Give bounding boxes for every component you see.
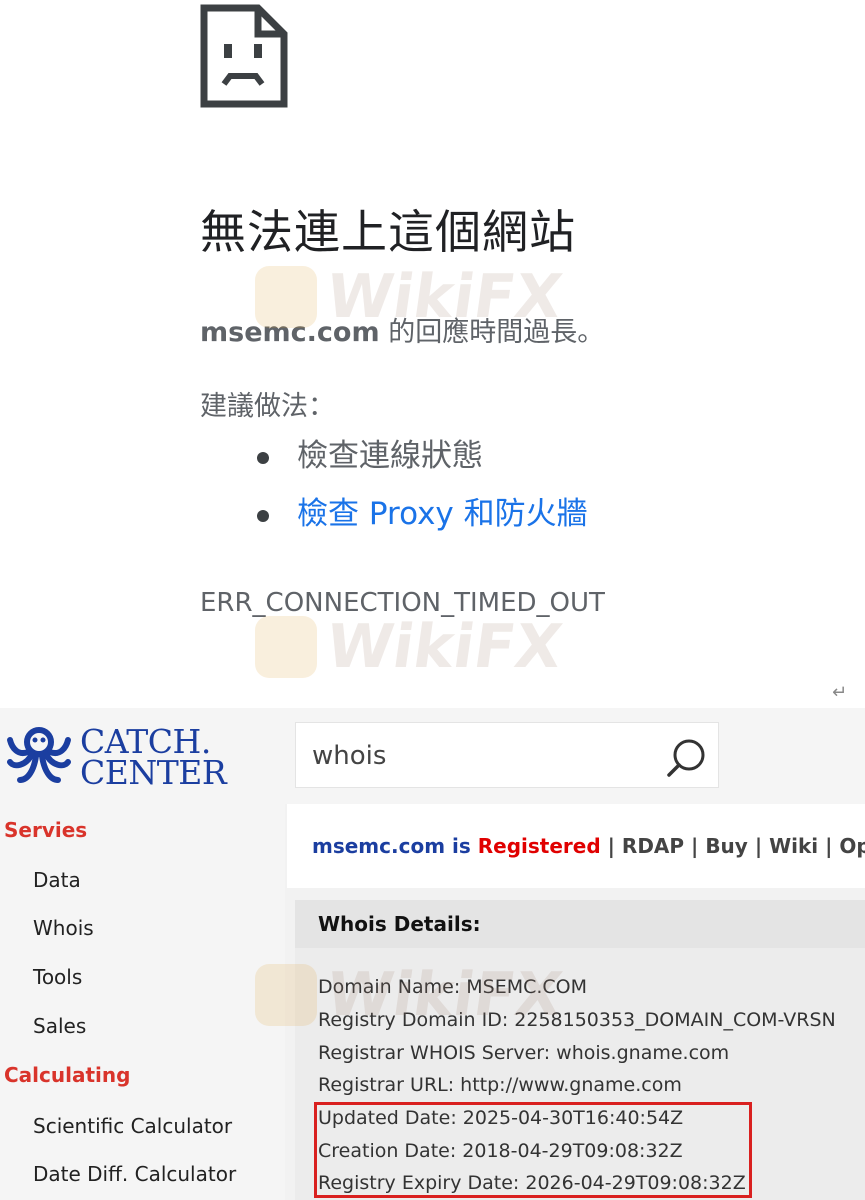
whois-record: Domain Name: MSEMC.COM [318,976,588,998]
sidebar: Servies Data Whois Tools Sales Calculati… [0,804,285,1200]
logo-text: CATCH. CENTER [80,725,227,792]
error-description: msemc.com 的回應時間過長。 [200,310,604,349]
error-page: 無法連上這個網站 msemc.com 的回應時間過長。 建議做法： 檢查連線狀態… [0,0,865,710]
error-title: 無法連上這個網站 [200,205,576,259]
site-header: CATCH. CENTER [0,708,865,804]
main-content: msemc.com is Registered | RDAP | Buy | W… [287,804,865,1200]
error-domain: msemc.com [200,317,380,348]
whois-site: CATCH. CENTER Servies Data Whois Tools S… [0,708,865,1200]
separator: | [691,834,699,858]
search-input[interactable] [310,733,654,779]
whois-details-panel: Whois Details: Domain Name: MSEMC.COM Re… [295,900,865,1200]
whois-record: Registry Domain ID: 2258150353_DOMAIN_CO… [318,1009,836,1031]
sidebar-item-scientific-calculator[interactable]: Scientific Calculator [33,1114,232,1138]
logo-line-2: CENTER [80,753,227,792]
sidebar-item-date-diff-calculator[interactable]: Date Diff. Calculator [33,1162,236,1186]
sad-page-icon [200,4,288,108]
open-link[interactable]: Open [839,834,865,858]
search-icon[interactable] [666,737,708,779]
suggestion-check-connection: 檢查連線狀態 [255,432,588,490]
sidebar-item-tools[interactable]: Tools [33,965,82,989]
return-mark: ↵ [832,682,848,703]
error-description-text: 的回應時間過長。 [379,317,605,348]
whois-details-header: Whois Details: [295,900,865,948]
suggestion-check-proxy-link[interactable]: 檢查 Proxy 和防火牆 [255,490,588,548]
suggestions-heading: 建議做法： [200,391,335,422]
status-domain[interactable]: msemc.com [312,834,445,858]
separator: | [607,834,615,858]
rdap-link[interactable]: RDAP [622,834,684,858]
whois-details-title: Whois Details: [318,912,481,936]
wiki-link[interactable]: Wiki [769,834,818,858]
dates-highlight-box [314,1102,752,1198]
status-registered-badge: Registered [477,834,601,858]
bullet-icon [257,452,269,464]
separator: | [825,834,833,858]
suggestion-label: 檢查連線狀態 [297,438,483,474]
whois-record: Registrar WHOIS Server: whois.gname.com [318,1042,730,1064]
whois-record: Registrar URL: http://www.gname.com [318,1074,682,1096]
error-code: ERR_CONNECTION_TIMED_OUT [200,588,605,618]
sidebar-item-sales[interactable]: Sales [33,1014,86,1038]
status-bar: msemc.com is Registered | RDAP | Buy | W… [287,804,865,888]
status-line: msemc.com is Registered | RDAP | Buy | W… [312,834,865,858]
suggestion-label[interactable]: 檢查 Proxy 和防火牆 [297,496,588,532]
sidebar-item-data[interactable]: Data [33,868,81,892]
buy-link[interactable]: Buy [705,834,748,858]
site-logo[interactable]: CATCH. CENTER [4,720,244,790]
sidebar-section-services[interactable]: Servies [4,818,87,842]
status-is: is [452,834,471,858]
sidebar-section-calculating[interactable]: Calculating [4,1063,130,1087]
bullet-icon [257,510,269,522]
octopus-logo-icon [7,727,71,783]
suggestions-list: 檢查連線狀態 檢查 Proxy 和防火牆 [255,432,588,548]
separator: | [754,834,763,858]
search-box [295,722,719,788]
sidebar-item-whois[interactable]: Whois [33,916,94,940]
